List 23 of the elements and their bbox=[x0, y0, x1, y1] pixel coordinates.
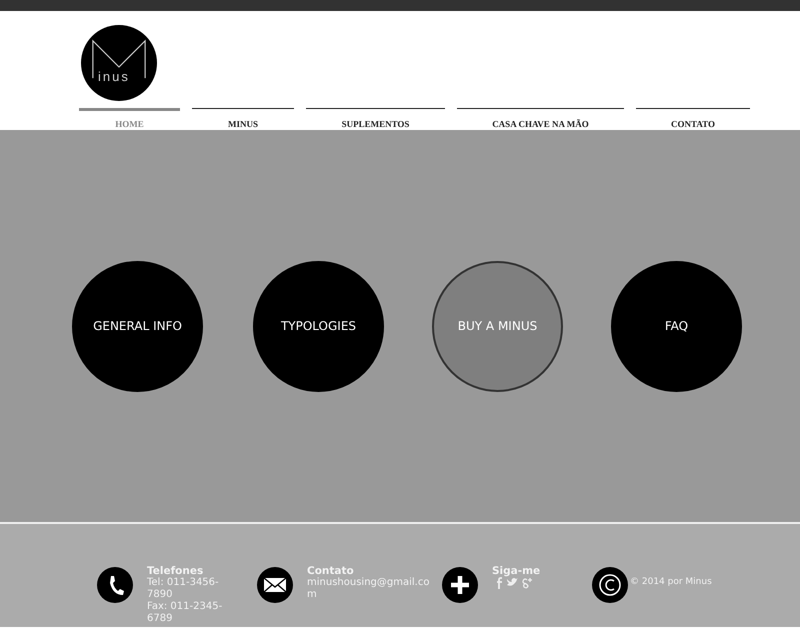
mail-icon bbox=[257, 567, 293, 603]
plus-icon bbox=[442, 567, 478, 603]
menu-circle[interactable]: FAQ bbox=[611, 260, 742, 392]
footer-heading: Contato bbox=[307, 565, 355, 577]
facebook-icon[interactable] bbox=[496, 577, 504, 589]
footer-text: 6789 bbox=[147, 613, 174, 625]
footer-text: © 2014 por Minus bbox=[630, 576, 713, 588]
menu-circle[interactable]: TYPOLOGIES bbox=[253, 260, 384, 392]
footer-text: Fax: 011-2345- bbox=[147, 601, 224, 613]
phone-icon bbox=[97, 567, 133, 603]
m-letter-icon bbox=[91, 38, 147, 81]
menu-circle[interactable]: BUY A MINUS bbox=[432, 260, 563, 392]
footer-text: 7890 bbox=[147, 589, 174, 601]
copyright-icon bbox=[592, 567, 628, 603]
footer-heading: Telefones bbox=[147, 565, 204, 577]
bird-icon[interactable] bbox=[507, 578, 518, 588]
footer-text: minushousing@gmail.co bbox=[307, 577, 430, 589]
footer-text: Tel: 011-3456- bbox=[147, 577, 220, 589]
menu-circle[interactable]: GENERAL INFO bbox=[72, 260, 203, 392]
google-plus-icon[interactable] bbox=[521, 577, 533, 589]
footer-heading: Siga-me bbox=[492, 565, 542, 577]
logo-text: inus bbox=[98, 69, 130, 84]
footer-text: m bbox=[307, 589, 318, 601]
